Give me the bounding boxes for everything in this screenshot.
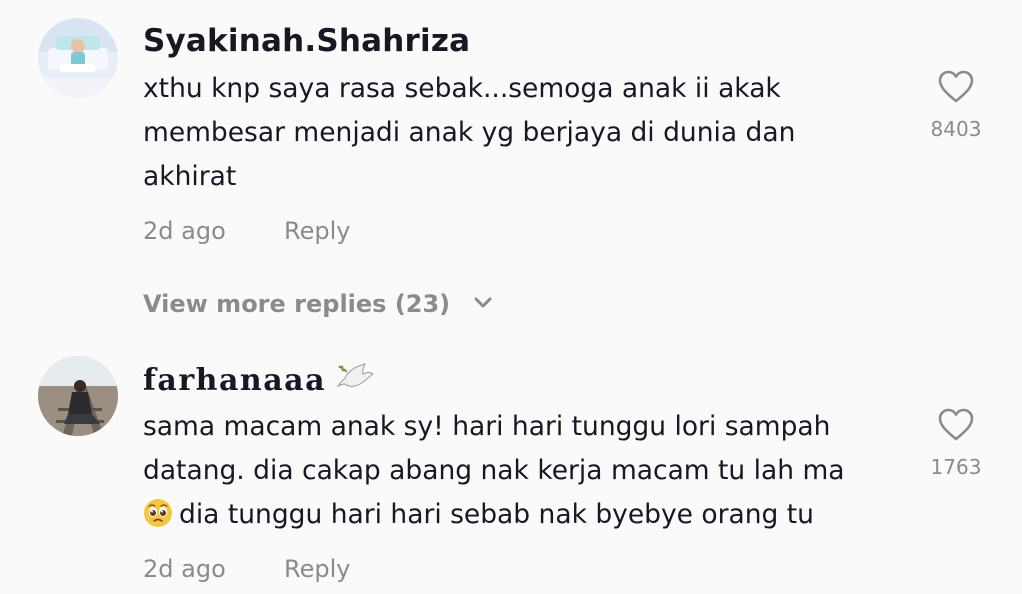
like-button[interactable]: 1763 [916, 408, 996, 480]
heart-outline-icon [938, 408, 974, 441]
comment-text-line: xthu knp saya rasa sebak...semoga anak i… [143, 73, 781, 104]
like-button[interactable]: 8403 [916, 70, 996, 142]
reply-button[interactable]: Reply [284, 553, 350, 585]
comment-text-line: sama macam anak sy! hari hari tunggu lor… [143, 411, 831, 442]
view-more-replies-label: View more replies (23) [143, 290, 451, 318]
avatar[interactable] [38, 18, 118, 98]
avatar[interactable] [38, 356, 118, 436]
comment-text-line-with-emoji: dia tunggu hari hari sebab nak byebye or… [143, 493, 883, 537]
like-count: 1763 [930, 455, 982, 479]
view-more-replies-button[interactable]: View more replies (23) [143, 288, 493, 320]
comment-text-line: akhirat [143, 161, 237, 192]
comment-text-segment: dia tunggu hari hari sebab nak byebye or… [179, 499, 814, 530]
heart-outline-icon [938, 70, 974, 103]
avatar-image [38, 18, 118, 98]
comment-username[interactable]: Syakinah.Shahriza [143, 21, 470, 61]
avatar-image [38, 356, 118, 436]
pleading-face-emoji [144, 499, 172, 527]
comments-panel: Syakinah.Shahriza xthu knp saya rasa seb… [0, 0, 1022, 594]
comment-text: sama macam anak sy! hari hari tunggu lor… [143, 405, 883, 537]
chevron-down-icon [474, 297, 492, 308]
reply-button[interactable]: Reply [284, 215, 350, 247]
comment-text-line: datang. dia cakap abang nak kerja macam … [143, 455, 845, 486]
like-count: 8403 [930, 117, 982, 141]
comment-time: 2d ago [143, 217, 226, 245]
comment-time: 2d ago [143, 555, 226, 583]
dove-icon [336, 363, 374, 388]
comment-username[interactable]: farhanaaa [143, 361, 326, 401]
comment-text-line: membesar menjadi anak yg berjaya di duni… [143, 117, 796, 148]
comment-text: xthu knp saya rasa sebak...semoga anak i… [143, 67, 883, 199]
